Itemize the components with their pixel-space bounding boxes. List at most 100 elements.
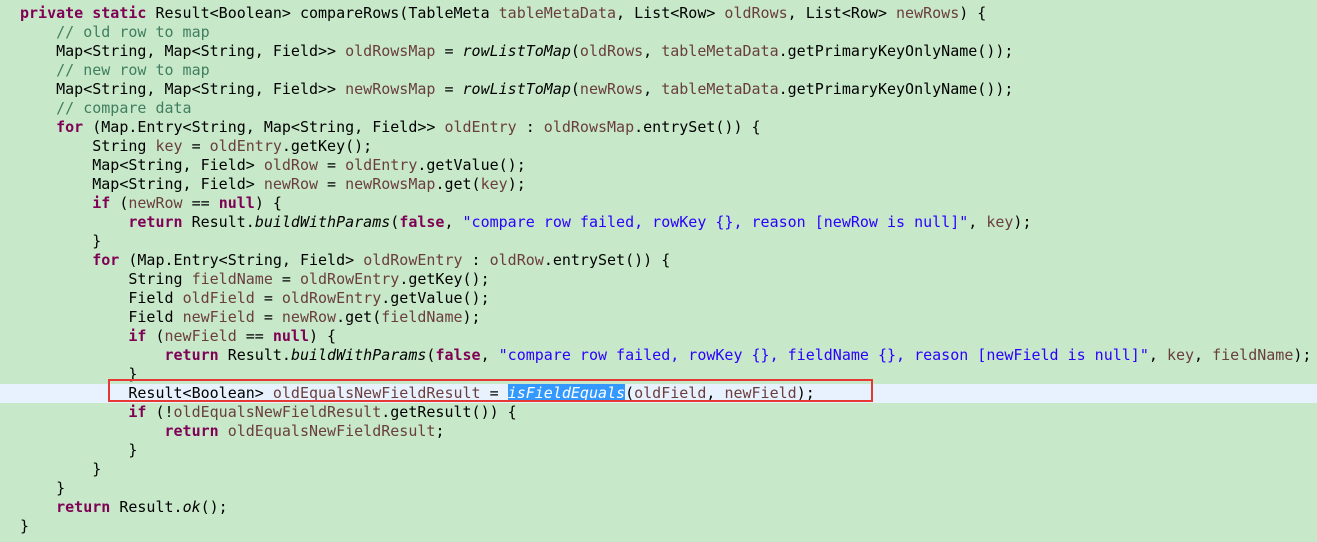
code-token: = <box>272 270 300 288</box>
code-line[interactable]: // new row to map <box>0 61 1317 80</box>
code-token: oldRow <box>489 251 544 269</box>
code-token: .getPrimaryKeyOnlyName()); <box>778 80 1014 98</box>
code-line[interactable]: String key = oldEntry.getKey(); <box>0 137 1317 156</box>
code-token: = <box>480 384 508 402</box>
code-token: ); <box>796 384 815 402</box>
code-token: .entrySet()) { <box>634 118 761 136</box>
code-line[interactable]: } <box>0 460 1317 479</box>
code-token: , List<Row> <box>787 4 897 22</box>
code-token: = <box>318 175 346 193</box>
code-line[interactable]: if (!oldEqualsNewFieldResult.getResult()… <box>0 403 1317 422</box>
code-token: , <box>643 42 662 60</box>
code-line[interactable]: } <box>0 232 1317 251</box>
code-token: Map<String, Map<String, Field>> <box>20 42 346 60</box>
code-token: false <box>399 213 445 231</box>
code-line[interactable]: Map<String, Field> oldRow = oldEntry.get… <box>0 156 1317 175</box>
code-line[interactable]: String fieldName = oldRowEntry.getKey(); <box>0 270 1317 289</box>
code-token: .getValue(); <box>417 156 526 174</box>
code-token: return <box>164 422 219 440</box>
code-line[interactable]: Result<Boolean> oldEqualsNewFieldResult … <box>0 384 1317 403</box>
code-token: newRowsMap <box>345 175 436 193</box>
code-token: for <box>92 251 120 269</box>
code-token: ); <box>1293 346 1312 364</box>
code-token: newRow <box>128 194 183 212</box>
code-line[interactable]: Map<String, Map<String, Field>> newRowsM… <box>0 80 1317 99</box>
code-token: ) { <box>309 327 337 345</box>
code-token: ( <box>146 327 165 345</box>
code-token: tableMetaData <box>661 80 779 98</box>
code-token: // new row to map <box>56 61 210 79</box>
code-token: key <box>480 175 508 193</box>
code-line[interactable]: return Result.buildWithParams(false, "co… <box>0 346 1317 365</box>
code-token: .getResult()) { <box>381 403 517 421</box>
code-token: tableMetaData <box>661 42 779 60</box>
code-token: return <box>128 213 183 231</box>
code-token: Result. <box>218 346 291 364</box>
code-token: null <box>218 194 255 212</box>
code-token: ( <box>110 194 129 212</box>
code-line[interactable]: Field oldField = oldRowEntry.getValue(); <box>0 289 1317 308</box>
code-token: ) { <box>959 4 987 22</box>
code-token: oldEqualsNewFieldResult <box>173 403 382 421</box>
code-line[interactable]: if (newField == null) { <box>0 327 1317 346</box>
code-token: = <box>254 308 282 326</box>
code-token: newField <box>164 327 237 345</box>
code-line[interactable]: Map<String, Field> newRow = newRowsMap.g… <box>0 175 1317 194</box>
code-token: , <box>1194 346 1213 364</box>
code-token: oldEqualsNewFieldResult <box>272 384 481 402</box>
code-token: private static <box>20 4 156 22</box>
code-token: String <box>20 137 156 155</box>
code-line[interactable]: } <box>0 441 1317 460</box>
code-line[interactable]: Map<String, Map<String, Field>> oldRowsM… <box>0 42 1317 61</box>
code-token: Map<String, Field> <box>20 156 264 174</box>
code-editor[interactable]: } return Result.ok(); } } } return oldEq… <box>0 0 1317 542</box>
code-line[interactable]: for (Map.Entry<String, Map<String, Field… <box>0 118 1317 137</box>
code-token: : <box>462 251 490 269</box>
code-token: == <box>182 194 219 212</box>
code-line[interactable]: } <box>0 517 1317 536</box>
code-token: oldField <box>634 384 707 402</box>
code-token: oldRowsMap <box>543 118 635 136</box>
code-line[interactable]: // compare data <box>0 99 1317 118</box>
code-token: , List<Row> <box>616 4 725 22</box>
code-token: key <box>155 137 183 155</box>
code-token: .getKey(); <box>281 137 373 155</box>
code-token: } <box>20 517 30 535</box>
code-token: = <box>254 289 282 307</box>
code-line[interactable]: } <box>0 365 1317 384</box>
code-line[interactable]: for (Map.Entry<String, Field> oldRowEntr… <box>0 251 1317 270</box>
code-line[interactable]: return oldEqualsNewFieldResult; <box>0 422 1317 441</box>
code-line[interactable]: private static Result<Boolean> compareRo… <box>0 4 1317 23</box>
code-token: oldRows <box>579 42 644 60</box>
code-token: buildWithParams <box>290 346 427 364</box>
code-token: oldRow <box>263 156 319 174</box>
code-line[interactable]: return Result.ok(); <box>0 498 1317 517</box>
code-token: tableMetaData <box>498 4 617 22</box>
code-line[interactable]: if (newRow == null) { <box>0 194 1317 213</box>
code-token: "compare row failed, rowKey {}, fieldNam… <box>498 346 1149 364</box>
code-token: ok <box>182 498 201 516</box>
code-token: ( <box>570 42 580 60</box>
code-token: ) { <box>254 194 282 212</box>
code-token: ( <box>625 384 635 402</box>
code-token: oldRowEntry <box>363 251 463 269</box>
code-token: key <box>1166 346 1195 364</box>
code-line[interactable]: // old row to map <box>0 23 1317 42</box>
code-token: , <box>706 384 725 402</box>
code-token: } <box>20 365 138 383</box>
code-token: newRows <box>579 80 644 98</box>
code-line[interactable]: } <box>0 479 1317 498</box>
code-line[interactable]: Field newField = newRow.get(fieldName); <box>0 308 1317 327</box>
code-line[interactable]: return Result.buildWithParams(false, "co… <box>0 213 1317 232</box>
code-token: ; <box>435 422 445 440</box>
code-token: .get( <box>435 175 481 193</box>
code-token: , <box>1148 346 1167 364</box>
code-token: oldRowEntry <box>281 289 382 307</box>
code-token: = <box>318 156 346 174</box>
